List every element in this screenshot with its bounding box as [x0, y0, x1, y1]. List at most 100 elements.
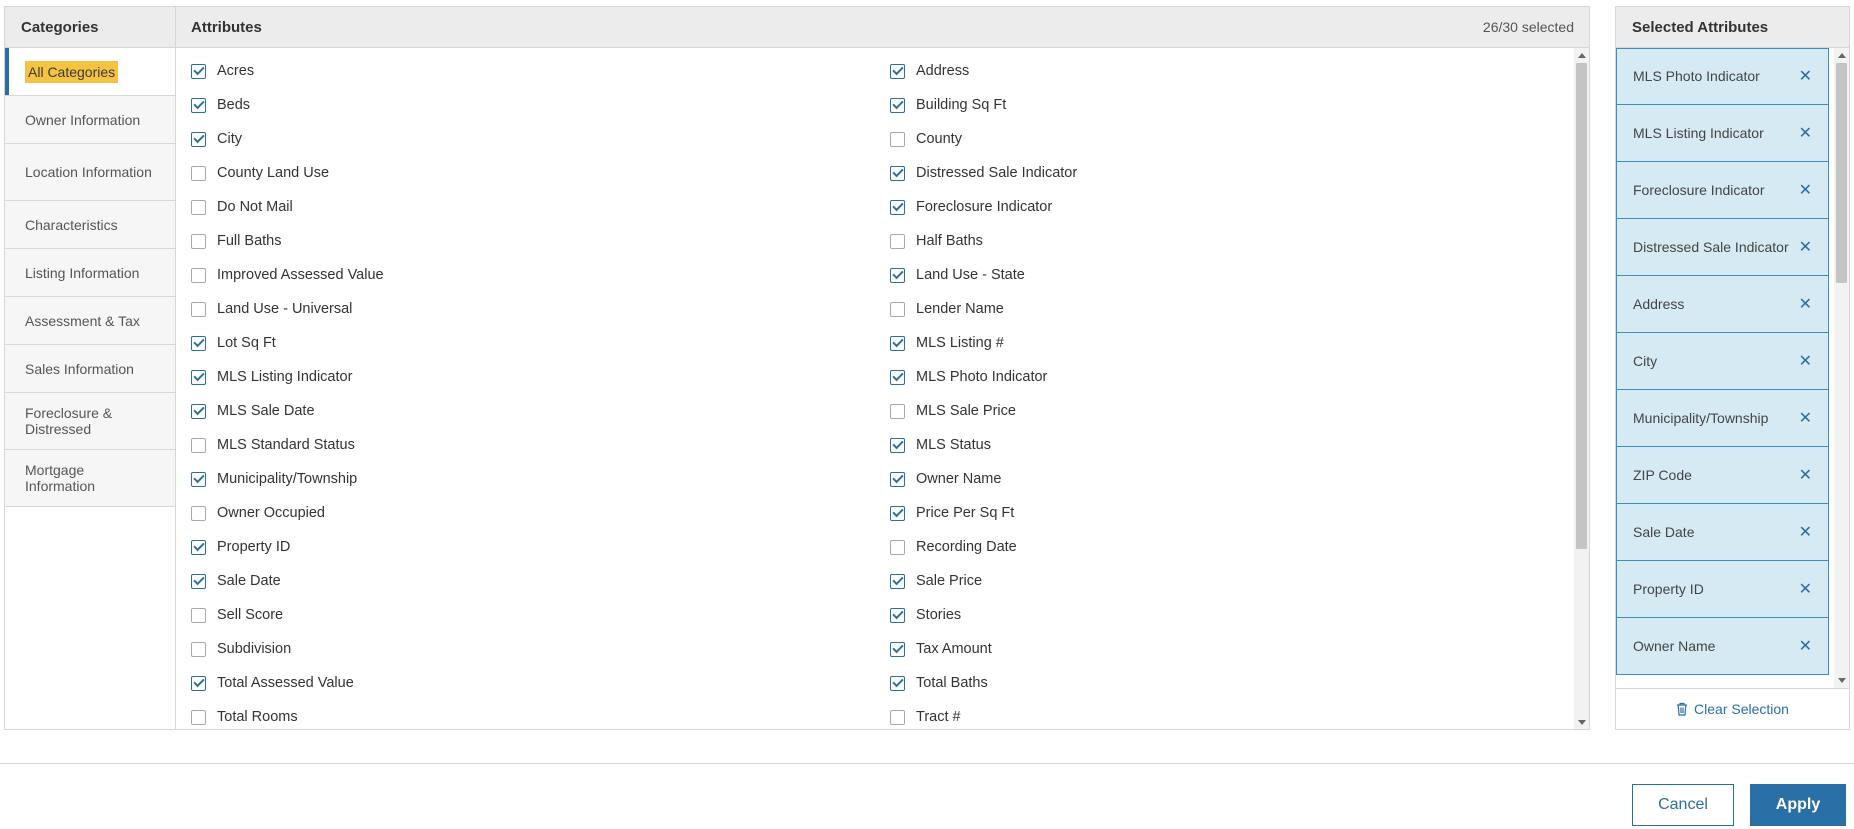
- attribute-mls-sale-price[interactable]: MLS Sale Price: [890, 394, 1570, 428]
- checkbox[interactable]: [890, 131, 905, 147]
- remove-icon[interactable]: ✕: [1793, 239, 1812, 256]
- attributes-scrollbar[interactable]: [1574, 48, 1589, 729]
- category-item-sales-information[interactable]: Sales Information: [5, 345, 175, 393]
- checkbox[interactable]: [890, 607, 905, 623]
- remove-icon[interactable]: ✕: [1793, 296, 1812, 313]
- remove-icon[interactable]: ✕: [1793, 524, 1812, 541]
- attribute-recording-date[interactable]: Recording Date: [890, 530, 1570, 564]
- attribute-full-baths[interactable]: Full Baths: [191, 224, 890, 258]
- checkbox[interactable]: [890, 199, 905, 215]
- category-item-all-categories[interactable]: All Categories: [5, 48, 175, 96]
- attribute-tract[interactable]: Tract #: [890, 700, 1570, 729]
- attribute-stories[interactable]: Stories: [890, 598, 1570, 632]
- category-item-foreclosure-distressed[interactable]: Foreclosure & Distressed: [5, 393, 175, 450]
- checkbox[interactable]: [890, 505, 905, 521]
- attribute-sell-score[interactable]: Sell Score: [191, 598, 890, 632]
- attribute-half-baths[interactable]: Half Baths: [890, 224, 1570, 258]
- checkbox[interactable]: [191, 233, 206, 249]
- remove-icon[interactable]: ✕: [1793, 410, 1812, 427]
- checkbox[interactable]: [890, 335, 905, 351]
- checkbox[interactable]: [890, 301, 905, 317]
- attribute-land-use-universal[interactable]: Land Use - Universal: [191, 292, 890, 326]
- category-item-characteristics[interactable]: Characteristics: [5, 201, 175, 249]
- attribute-county-land-use[interactable]: County Land Use: [191, 156, 890, 190]
- checkbox[interactable]: [890, 573, 905, 589]
- checkbox[interactable]: [191, 165, 206, 181]
- attribute-mls-sale-date[interactable]: MLS Sale Date: [191, 394, 890, 428]
- checkbox[interactable]: [191, 709, 206, 725]
- attribute-price-per-sq-ft[interactable]: Price Per Sq Ft: [890, 496, 1570, 530]
- checkbox[interactable]: [191, 539, 206, 555]
- attribute-sale-date[interactable]: Sale Date: [191, 564, 890, 598]
- checkbox[interactable]: [191, 369, 206, 385]
- remove-icon[interactable]: ✕: [1793, 467, 1812, 484]
- remove-icon[interactable]: ✕: [1793, 638, 1812, 655]
- attribute-land-use-state[interactable]: Land Use - State: [890, 258, 1570, 292]
- checkbox[interactable]: [890, 709, 905, 725]
- attribute-total-assessed-value[interactable]: Total Assessed Value: [191, 666, 890, 700]
- apply-button[interactable]: Apply: [1750, 784, 1846, 826]
- checkbox[interactable]: [890, 539, 905, 555]
- remove-icon[interactable]: ✕: [1793, 581, 1812, 598]
- attribute-beds[interactable]: Beds: [191, 88, 890, 122]
- checkbox[interactable]: [191, 505, 206, 521]
- checkbox[interactable]: [191, 675, 206, 691]
- attribute-lot-sq-ft[interactable]: Lot Sq Ft: [191, 326, 890, 360]
- attribute-mls-listing[interactable]: MLS Listing #: [890, 326, 1570, 360]
- checkbox[interactable]: [890, 641, 905, 657]
- attribute-municipality-township[interactable]: Municipality/Township: [191, 462, 890, 496]
- checkbox[interactable]: [191, 267, 206, 283]
- category-item-assessment-tax[interactable]: Assessment & Tax: [5, 297, 175, 345]
- attribute-improved-assessed-value[interactable]: Improved Assessed Value: [191, 258, 890, 292]
- selected-scrollbar[interactable]: [1834, 48, 1849, 688]
- checkbox[interactable]: [890, 63, 905, 79]
- attribute-distressed-sale-indicator[interactable]: Distressed Sale Indicator: [890, 156, 1570, 190]
- remove-icon[interactable]: ✕: [1793, 68, 1812, 85]
- category-item-listing-information[interactable]: Listing Information: [5, 249, 175, 297]
- checkbox[interactable]: [191, 97, 206, 113]
- attribute-total-baths[interactable]: Total Baths: [890, 666, 1570, 700]
- attribute-property-id[interactable]: Property ID: [191, 530, 890, 564]
- category-item-owner-information[interactable]: Owner Information: [5, 96, 175, 144]
- checkbox[interactable]: [191, 573, 206, 589]
- checkbox[interactable]: [191, 199, 206, 215]
- attribute-county[interactable]: County: [890, 122, 1570, 156]
- checkbox[interactable]: [890, 403, 905, 419]
- attribute-acres[interactable]: Acres: [191, 54, 890, 88]
- scroll-down-arrow-icon[interactable]: [1578, 720, 1586, 725]
- attribute-tax-amount[interactable]: Tax Amount: [890, 632, 1570, 666]
- scroll-up-arrow-icon[interactable]: [1578, 53, 1586, 58]
- cancel-button[interactable]: Cancel: [1632, 784, 1734, 826]
- attribute-city[interactable]: City: [191, 122, 890, 156]
- checkbox[interactable]: [191, 301, 206, 317]
- checkbox[interactable]: [890, 675, 905, 691]
- remove-icon[interactable]: ✕: [1793, 125, 1812, 142]
- attribute-mls-standard-status[interactable]: MLS Standard Status: [191, 428, 890, 462]
- attribute-building-sq-ft[interactable]: Building Sq Ft: [890, 88, 1570, 122]
- attribute-sale-price[interactable]: Sale Price: [890, 564, 1570, 598]
- checkbox[interactable]: [191, 63, 206, 79]
- clear-selection-button[interactable]: Clear Selection: [1676, 701, 1789, 717]
- checkbox[interactable]: [191, 403, 206, 419]
- attribute-mls-status[interactable]: MLS Status: [890, 428, 1570, 462]
- checkbox[interactable]: [890, 97, 905, 113]
- checkbox[interactable]: [191, 471, 206, 487]
- attribute-address[interactable]: Address: [890, 54, 1570, 88]
- attribute-lender-name[interactable]: Lender Name: [890, 292, 1570, 326]
- attribute-owner-name[interactable]: Owner Name: [890, 462, 1570, 496]
- attribute-foreclosure-indicator[interactable]: Foreclosure Indicator: [890, 190, 1570, 224]
- remove-icon[interactable]: ✕: [1793, 182, 1812, 199]
- scrollbar-thumb[interactable]: [1576, 63, 1587, 549]
- attribute-mls-listing-indicator[interactable]: MLS Listing Indicator: [191, 360, 890, 394]
- checkbox[interactable]: [191, 437, 206, 453]
- category-item-location-information[interactable]: Location Information: [5, 144, 175, 201]
- attribute-total-rooms[interactable]: Total Rooms: [191, 700, 890, 729]
- checkbox[interactable]: [890, 165, 905, 181]
- checkbox[interactable]: [890, 267, 905, 283]
- attribute-mls-photo-indicator[interactable]: MLS Photo Indicator: [890, 360, 1570, 394]
- checkbox[interactable]: [890, 471, 905, 487]
- category-item-mortgage-information[interactable]: Mortgage Information: [5, 450, 175, 507]
- remove-icon[interactable]: ✕: [1793, 353, 1812, 370]
- attribute-do-not-mail[interactable]: Do Not Mail: [191, 190, 890, 224]
- checkbox[interactable]: [890, 369, 905, 385]
